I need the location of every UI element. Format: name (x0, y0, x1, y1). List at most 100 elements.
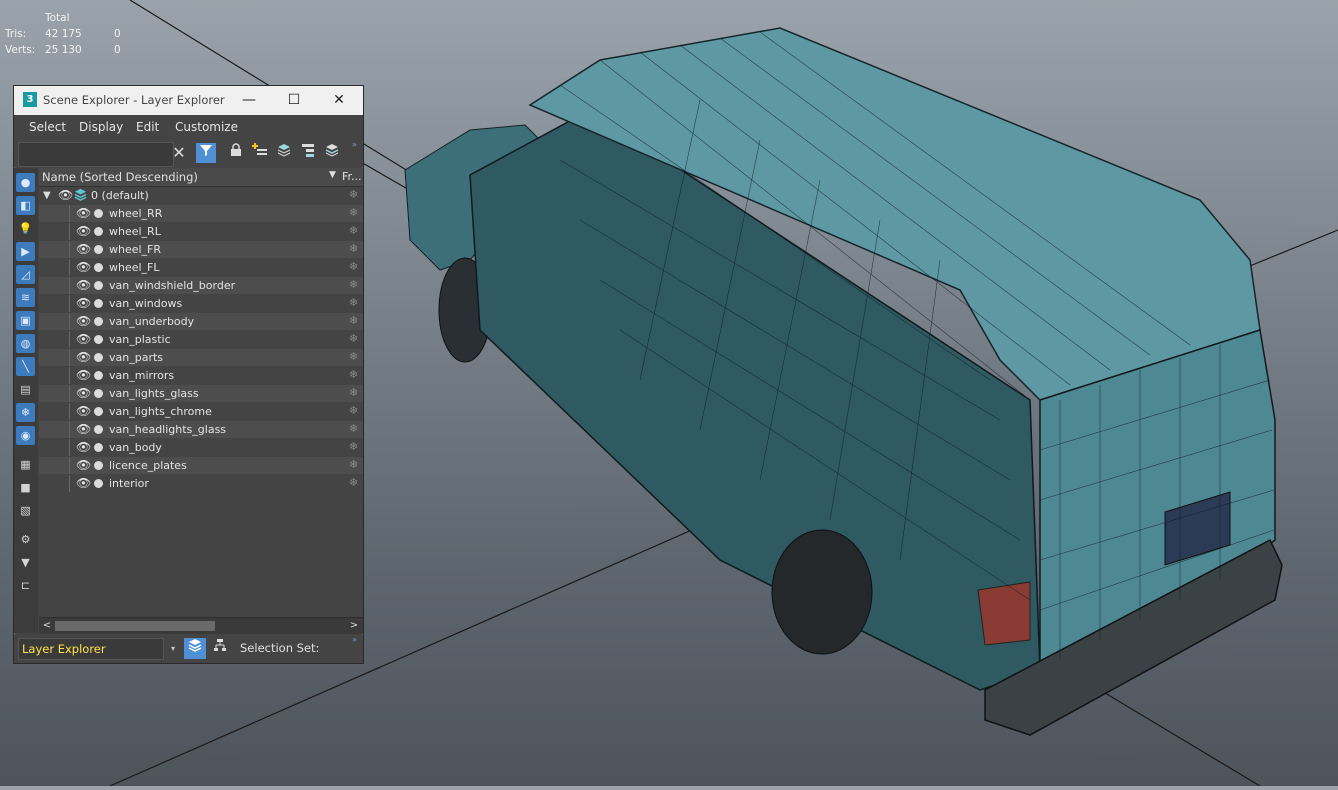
lights-filter-icon[interactable]: 💡 (16, 219, 35, 238)
visibility-eye-icon[interactable]: 👁 (58, 188, 73, 202)
funnel-icon[interactable]: ▼ (16, 553, 35, 572)
freeze-icon[interactable]: ❄ (349, 368, 358, 381)
groups-filter-icon[interactable]: ▣ (16, 311, 35, 330)
containers-filter-icon[interactable]: ▤ (16, 380, 35, 399)
tree-row-layer[interactable]: 👁 van_lights_chrome ❄ (39, 403, 363, 420)
visibility-eye-icon[interactable]: 👁 (76, 476, 91, 490)
shapes-filter-icon[interactable]: ◧ (16, 196, 35, 215)
freeze-icon[interactable]: ❄ (349, 458, 358, 471)
menu-display[interactable]: Display (79, 120, 123, 134)
frozen-column-header[interactable]: Fr... (342, 170, 362, 183)
expand-grip-icon[interactable]: » (352, 140, 357, 149)
frozen-filter-icon[interactable]: ❄ (16, 403, 35, 422)
tree-row-layer[interactable]: 👁 wheel_RR ❄ (39, 205, 363, 222)
freeze-icon[interactable]: ❄ (349, 242, 358, 255)
tree-row-layer[interactable]: 👁 van_body ❄ (39, 439, 363, 456)
tree-connector (69, 367, 70, 384)
tree-row-layer[interactable]: 👁 van_windows ❄ (39, 295, 363, 312)
all-filter-icon[interactable]: ▦ (16, 455, 35, 474)
close-button[interactable]: ✕ (327, 90, 351, 110)
visibility-eye-icon[interactable]: 👁 (76, 314, 91, 328)
menu-customize[interactable]: Customize (175, 120, 238, 134)
dropdown-caret-icon[interactable]: ▾ (171, 644, 175, 653)
layer-stack-icon[interactable] (322, 143, 342, 163)
tree-row-layer[interactable]: 👁 wheel_RL ❄ (39, 223, 363, 240)
invert-filter-icon[interactable]: ▧ (16, 501, 35, 520)
freeze-icon[interactable]: ❄ (349, 422, 358, 435)
explorer-dropdown[interactable]: Layer Explorer ▾ (18, 638, 175, 660)
layers-icon[interactable] (274, 143, 294, 163)
tree-row-layer[interactable]: 👁 interior ❄ (39, 475, 363, 492)
space-warps-filter-icon[interactable]: ≋ (16, 288, 35, 307)
layer-mode-icon[interactable] (184, 638, 206, 659)
visibility-eye-icon[interactable]: 👁 (76, 278, 91, 292)
tree-row-layer[interactable]: 👁 licence_plates ❄ (39, 457, 363, 474)
tree-row-layer[interactable]: 👁 van_lights_glass ❄ (39, 385, 363, 402)
freeze-icon[interactable]: ❄ (349, 224, 358, 237)
scroll-thumb[interactable] (55, 621, 215, 631)
tree-row-layer[interactable]: 👁 van_windshield_border ❄ (39, 277, 363, 294)
hierarchy-icon[interactable] (298, 143, 318, 163)
freeze-icon[interactable]: ❄ (349, 314, 358, 327)
freeze-icon[interactable]: ❄ (349, 386, 358, 399)
visibility-eye-icon[interactable]: 👁 (76, 350, 91, 364)
title-bar[interactable]: 3 Scene Explorer - Layer Explorer — ☐ ✕ (14, 86, 363, 115)
hierarchy-mode-icon[interactable] (209, 638, 231, 659)
freeze-icon[interactable]: ❄ (349, 476, 358, 489)
menu-edit[interactable]: Edit (136, 120, 159, 134)
tree-row-layer[interactable]: 👁 wheel_FR ❄ (39, 241, 363, 258)
filter-icon[interactable] (196, 143, 216, 163)
selection-set-icon[interactable]: ⊏ (16, 576, 35, 595)
helpers-filter-icon[interactable]: ◿ (16, 265, 35, 284)
tree-row-layer[interactable]: 👁 van_parts ❄ (39, 349, 363, 366)
freeze-icon[interactable]: ❄ (349, 350, 358, 363)
visibility-eye-icon[interactable]: 👁 (76, 260, 91, 274)
expand-grip-icon[interactable]: » (352, 635, 357, 644)
visibility-eye-icon[interactable]: 👁 (76, 296, 91, 310)
geometry-filter-icon[interactable]: ● (16, 173, 35, 192)
visibility-eye-icon[interactable]: 👁 (76, 404, 91, 418)
visibility-eye-icon[interactable]: 👁 (76, 422, 91, 436)
sort-descending-icon[interactable]: ▼ (329, 170, 336, 180)
freeze-icon[interactable]: ❄ (349, 278, 358, 291)
minimize-button[interactable]: — (237, 90, 261, 110)
search-input[interactable] (18, 142, 174, 167)
tree-row-layer[interactable]: 👁 wheel_FL ❄ (39, 259, 363, 276)
freeze-icon[interactable]: ❄ (349, 332, 358, 345)
expand-arrow-icon[interactable]: ▼ (43, 190, 51, 201)
bones-filter-icon[interactable]: ╲ (16, 357, 35, 376)
visibility-eye-icon[interactable]: 👁 (76, 458, 91, 472)
horizontal-scrollbar[interactable]: < > (39, 617, 363, 634)
freeze-icon[interactable]: ❄ (349, 260, 358, 273)
clear-search-icon[interactable]: ✕ (169, 143, 189, 163)
tree-row-layer[interactable]: 👁 van_mirrors ❄ (39, 367, 363, 384)
xrefs-filter-icon[interactable]: ◍ (16, 334, 35, 353)
visibility-eye-icon[interactable]: 👁 (76, 242, 91, 256)
tree-row-default-layer[interactable]: ▼ 👁 0 (default) ❄ (39, 187, 363, 204)
freeze-icon[interactable]: ❄ (349, 296, 358, 309)
visibility-eye-icon[interactable]: 👁 (76, 332, 91, 346)
freeze-icon[interactable]: ❄ (349, 206, 358, 219)
scroll-left-icon[interactable]: < (40, 618, 54, 634)
filter-settings-icon[interactable]: ⚙ (16, 530, 35, 549)
tree-row-layer[interactable]: 👁 van_plastic ❄ (39, 331, 363, 348)
scroll-right-icon[interactable]: > (347, 618, 361, 634)
visibility-eye-icon[interactable]: 👁 (76, 224, 91, 238)
visibility-eye-icon[interactable]: 👁 (76, 206, 91, 220)
tree-row-layer[interactable]: 👁 van_underbody ❄ (39, 313, 363, 330)
freeze-icon[interactable]: ❄ (349, 404, 358, 417)
visibility-eye-icon[interactable]: 👁 (76, 440, 91, 454)
menu-select[interactable]: Select (29, 120, 66, 134)
cameras-filter-icon[interactable]: ▶ (16, 242, 35, 261)
add-layer-icon[interactable] (250, 143, 270, 163)
lock-icon[interactable] (226, 143, 246, 163)
name-column-header[interactable]: Name (Sorted Descending) (42, 170, 198, 184)
visibility-eye-icon[interactable]: 👁 (76, 368, 91, 382)
freeze-icon[interactable]: ❄ (349, 440, 358, 453)
tree-row-layer[interactable]: 👁 van_headlights_glass ❄ (39, 421, 363, 438)
visibility-eye-icon[interactable]: 👁 (76, 386, 91, 400)
none-filter-icon[interactable]: ■ (16, 478, 35, 497)
maximize-button[interactable]: ☐ (282, 90, 306, 110)
freeze-icon[interactable]: ❄ (349, 188, 358, 201)
hidden-filter-icon[interactable]: ◉ (16, 426, 35, 445)
